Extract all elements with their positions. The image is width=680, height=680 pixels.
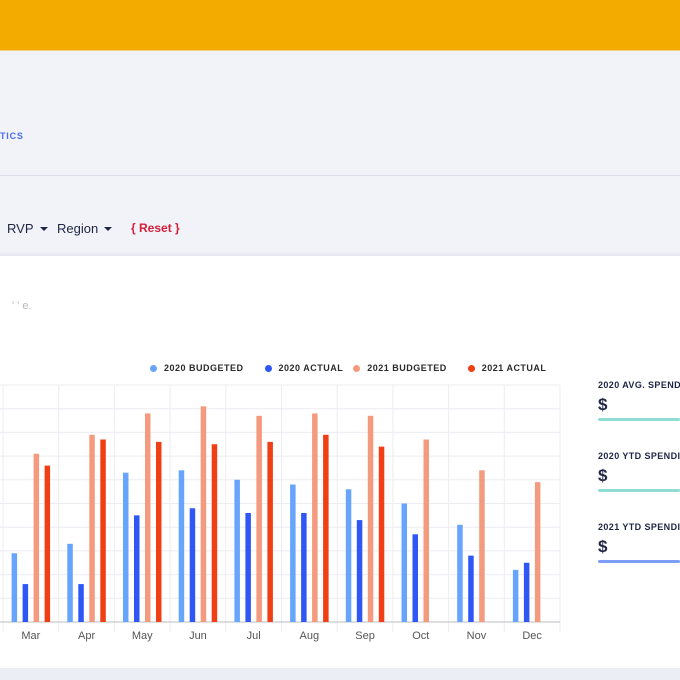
x-tick-label: Nov	[467, 630, 487, 642]
bar-2021-budgeted-may	[145, 413, 151, 622]
bar-2021-budgeted-nov	[479, 470, 485, 622]
bar-2020-actual-aug	[301, 512, 307, 622]
bar-2020-actual-mar	[22, 584, 29, 622]
bar-2020-actual-jun	[189, 508, 196, 622]
x-tick-label: Aug	[300, 630, 320, 642]
bar-2020-actual-apr	[78, 584, 84, 622]
bar-2021-budgeted-dec	[534, 482, 541, 622]
x-tick-label: Sep	[355, 630, 375, 642]
caret-down-icon	[104, 226, 113, 231]
page-footer-strip	[0, 668, 680, 680]
bar-2020-budgeted-apr	[67, 543, 73, 622]
kpi-progress-bar	[598, 489, 680, 492]
x-tick-label: May	[132, 630, 153, 642]
bar-2021-budgeted-apr	[89, 434, 95, 622]
top-app-bar	[0, 0, 680, 51]
bar-2021-budgeted-mar	[33, 453, 40, 622]
bar-2020-actual-may	[134, 515, 140, 622]
bar-2020-actual-jul	[245, 512, 251, 622]
bar-2021-actual-sep	[378, 446, 385, 622]
bar-2021-budgeted-jul	[256, 415, 262, 622]
bar-2021-budgeted-jun	[200, 406, 207, 622]
x-tick-label: Apr	[78, 630, 95, 642]
bar-2020-budgeted-jul	[234, 479, 240, 622]
bar-2021-budgeted-sep	[367, 415, 374, 622]
filter-region-label: Region	[57, 221, 99, 236]
x-tick-label: Mar	[21, 630, 40, 642]
kpi-2020-ytd-spending: 2020 YTD SPENDI $	[598, 451, 680, 492]
kpi-2021-ytd-spending: 2021 YTD SPENDI $	[598, 522, 680, 563]
bar-2021-actual-aug	[323, 434, 329, 622]
bar-2020-budgeted-oct	[401, 503, 407, 622]
kpi-progress-bar	[598, 418, 680, 421]
kpi-label: 2020 YTD SPENDI	[598, 451, 680, 461]
filter-rvp-dropdown[interactable]: RVP	[7, 221, 48, 236]
bar-2020-budgeted-nov	[457, 524, 463, 622]
bar-2020-budgeted-jun	[178, 470, 185, 622]
filter-rvp-label: RVP	[7, 221, 34, 236]
bar-2021-actual-mar	[44, 465, 51, 622]
caret-down-icon	[39, 226, 48, 231]
kpi-2020-avg-spending: 2020 AVG. SPENDI $	[598, 380, 680, 421]
bar-2020-actual-dec	[523, 562, 530, 622]
kpi-value: $	[598, 466, 608, 485]
bar-2021-actual-may	[156, 441, 162, 622]
bar-2021-actual-jul	[267, 441, 273, 622]
bar-2020-budgeted-dec	[512, 569, 519, 622]
x-tick-label: Jul	[247, 630, 261, 642]
kpi-label: 2021 YTD SPENDI	[598, 522, 680, 532]
kpi-value: $	[598, 537, 608, 556]
bar-2020-actual-oct	[412, 534, 418, 622]
bar-2021-actual-jun	[211, 444, 218, 622]
bar-2021-budgeted-oct	[423, 439, 429, 622]
kpi-value: $	[598, 395, 608, 414]
bar-2020-actual-nov	[468, 555, 474, 622]
kpi-label: 2020 AVG. SPENDI	[598, 380, 680, 390]
bar-2021-budgeted-aug	[312, 413, 318, 622]
bar-2020-budgeted-sep	[345, 489, 352, 622]
x-tick-label: Dec	[522, 630, 542, 642]
bar-2020-actual-sep	[356, 520, 363, 622]
reset-filters-button[interactable]: { Reset }	[131, 221, 180, 235]
breadcrumb-link[interactable]: TICS	[0, 131, 24, 141]
x-tick-label: Oct	[412, 630, 429, 642]
spending-chart-panel: ' ' e. 2020 BUDGETED 2020 ACTUAL 2021 BU…	[0, 256, 680, 668]
bar-2020-budgeted-may	[123, 472, 129, 622]
bar-2020-budgeted-aug	[290, 484, 296, 622]
bar-2021-actual-apr	[100, 439, 106, 622]
bar-chart: Mar Apr May Jun Jul Aug Sep Oct Nov Dec	[0, 384, 561, 642]
breadcrumb-area: TICS	[0, 52, 680, 176]
x-tick-label: Jun	[189, 630, 207, 642]
filter-region-dropdown[interactable]: Region	[57, 221, 113, 236]
filter-bar: RVP Region { Reset }	[0, 177, 680, 256]
kpi-progress-bar	[598, 560, 680, 563]
bar-2020-budgeted-mar	[11, 553, 18, 622]
